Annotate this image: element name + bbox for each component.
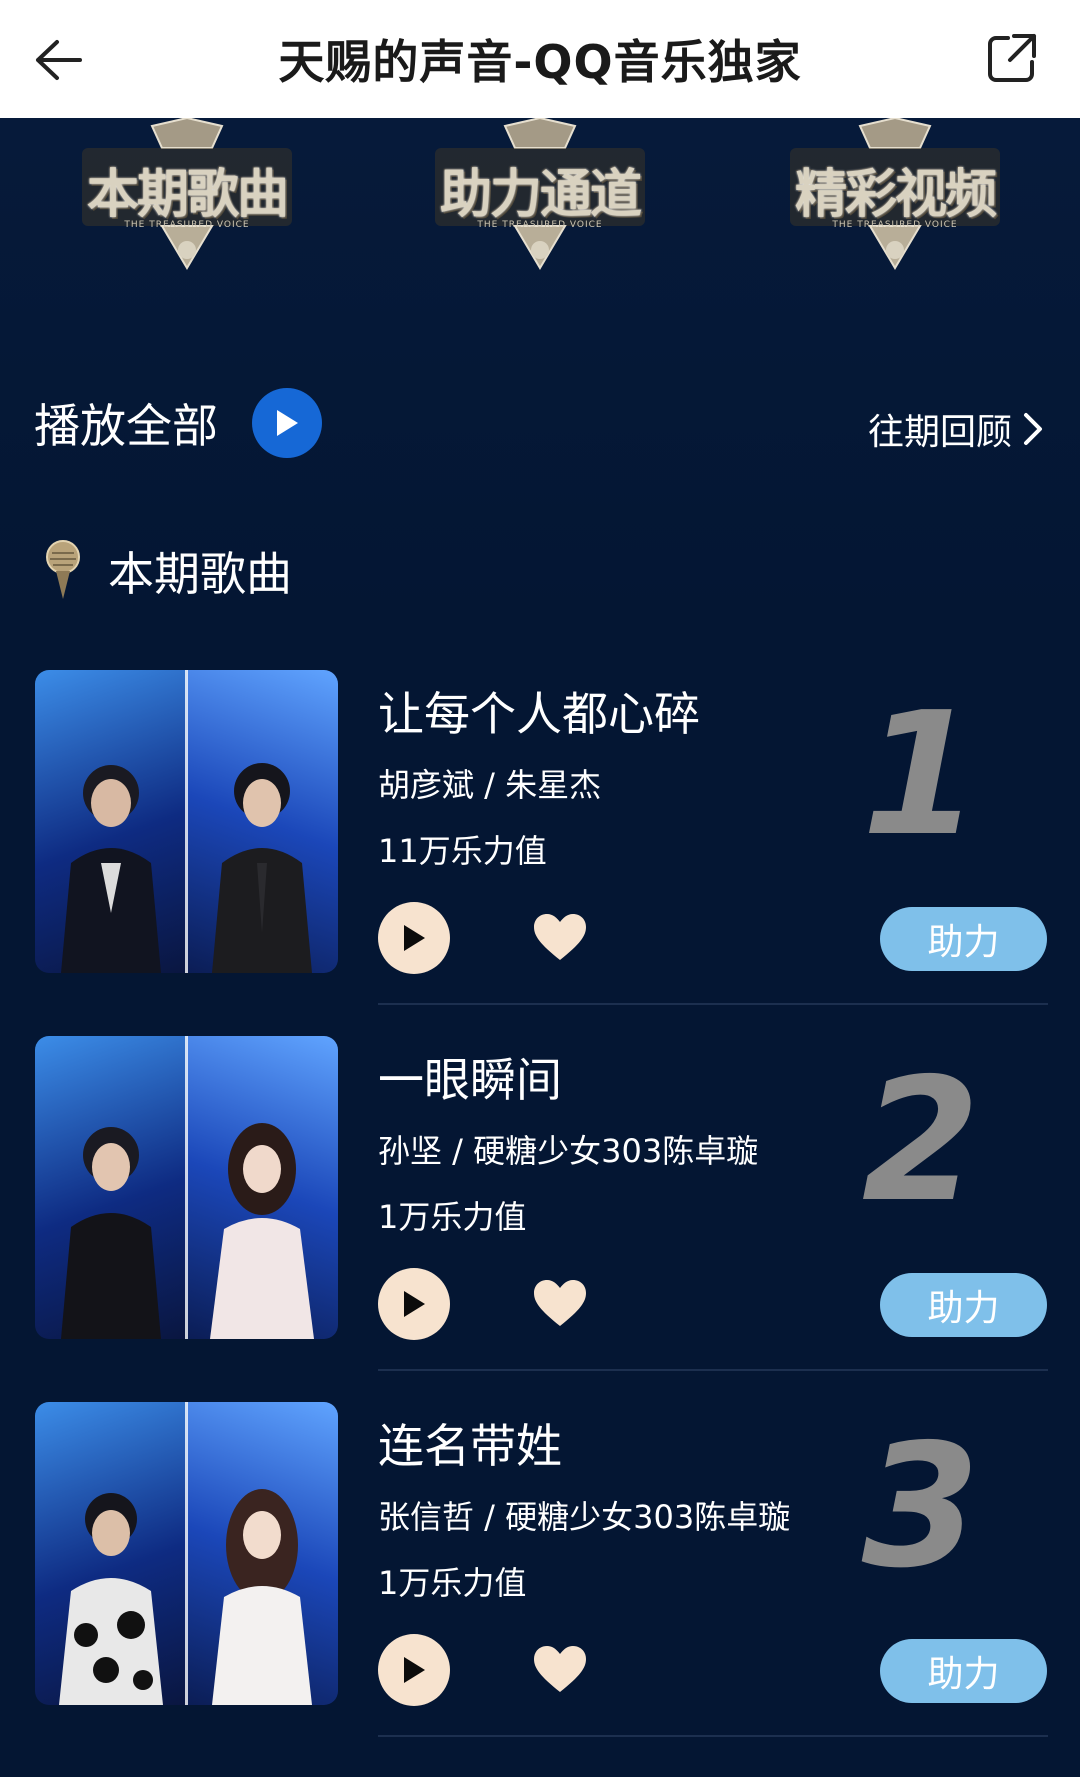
badge-sublabel: THE TREASURED VOICE: [832, 220, 958, 230]
song-artists: 孙坚 / 硬糖少女303陈卓璇: [378, 1132, 759, 1170]
badge-current-songs[interactable]: 本期歌曲 THE TREASURED VOICE: [62, 118, 312, 278]
song-cover[interactable]: [35, 1402, 338, 1705]
back-button[interactable]: [28, 30, 88, 90]
history-label: 往期回顾: [867, 412, 1012, 453]
external-share-icon: [988, 34, 1036, 82]
assist-button[interactable]: 助力: [880, 1639, 1047, 1703]
badge-label: 本期歌曲: [86, 164, 289, 225]
divider: [378, 1003, 1048, 1005]
play-all-label: 播放全部: [34, 399, 218, 453]
divider: [378, 1735, 1048, 1737]
arrow-left-icon: [36, 40, 82, 80]
feature-badges: 本期歌曲 THE TREASURED VOICE 助力通道 THE TREASU…: [0, 118, 1080, 288]
singer-silhouette-icon: [210, 1123, 315, 1339]
section-header: 本期歌曲: [40, 538, 292, 604]
song-title[interactable]: 连名带姓: [378, 1410, 562, 1476]
play-icon: [404, 1657, 425, 1683]
heart-icon[interactable]: [532, 1276, 588, 1332]
badge-label: 精彩视频: [794, 164, 997, 225]
singer-silhouette-icon: [212, 1489, 313, 1705]
song-card: 一眼瞬间 孙坚 / 硬糖少女303陈卓璇 1万乐力值 2 助力: [0, 1036, 1080, 1402]
song-power-value: 1万乐力值: [378, 1564, 527, 1602]
assist-button[interactable]: 助力: [880, 1273, 1047, 1337]
song-power-value: 1万乐力值: [378, 1198, 527, 1236]
section-title: 本期歌曲: [108, 547, 292, 601]
singer-silhouette-icon: [212, 763, 313, 973]
song-card: 连名带姓 张信哲 / 硬糖少女303陈卓璇 1万乐力值 3 助力: [0, 1402, 1080, 1768]
share-button[interactable]: [984, 30, 1040, 86]
heart-icon[interactable]: [532, 1642, 588, 1698]
song-cover[interactable]: [35, 670, 338, 973]
singer-silhouette-icon: [60, 1127, 161, 1339]
badge-sublabel: THE TREASURED VOICE: [124, 220, 250, 230]
heart-icon[interactable]: [532, 910, 588, 966]
singer-silhouette-icon: [60, 765, 161, 973]
top-bar: 天赐的声音-QQ音乐独家: [0, 0, 1080, 118]
play-all-button[interactable]: [252, 388, 322, 458]
history-link[interactable]: 往期回顾: [868, 403, 1044, 455]
play-icon: [404, 925, 425, 951]
song-artists: 胡彦斌 / 朱星杰: [378, 766, 602, 804]
play-all-row[interactable]: 播放全部: [34, 388, 322, 458]
rank-number: 3: [861, 1408, 980, 1606]
badge-label: 助力通道: [439, 164, 642, 225]
song-card: 让每个人都心碎 胡彦斌 / 朱星杰 11万乐力值 1 助力: [0, 670, 1080, 1036]
badge-highlight-videos[interactable]: 精彩视频 THE TREASURED VOICE: [770, 118, 1020, 278]
main-content: 本期歌曲 THE TREASURED VOICE 助力通道 THE TREASU…: [0, 118, 1080, 1777]
song-play-button[interactable]: [378, 1634, 450, 1706]
page-title: 天赐的声音-QQ音乐独家: [278, 35, 802, 89]
song-title[interactable]: 让每个人都心碎: [378, 678, 700, 744]
rank-number: 1: [861, 676, 980, 874]
song-cover[interactable]: [35, 1036, 338, 1339]
song-play-button[interactable]: [378, 902, 450, 974]
song-artists: 张信哲 / 硬糖少女303陈卓璇: [378, 1498, 791, 1536]
badge-assist-channel[interactable]: 助力通道 THE TREASURED VOICE: [415, 118, 665, 278]
singer-silhouette-icon: [58, 1493, 163, 1705]
song-play-button[interactable]: [378, 1268, 450, 1340]
song-title[interactable]: 一眼瞬间: [378, 1044, 562, 1110]
badge-sublabel: THE TREASURED VOICE: [477, 220, 603, 230]
chevron-right-icon: [1024, 413, 1042, 445]
rank-number: 2: [861, 1042, 980, 1240]
assist-button[interactable]: 助力: [880, 907, 1047, 971]
play-icon: [277, 410, 298, 436]
divider: [378, 1369, 1048, 1371]
microphone-icon: [46, 540, 80, 599]
play-icon: [404, 1291, 425, 1317]
song-power-value: 11万乐力值: [378, 832, 547, 870]
